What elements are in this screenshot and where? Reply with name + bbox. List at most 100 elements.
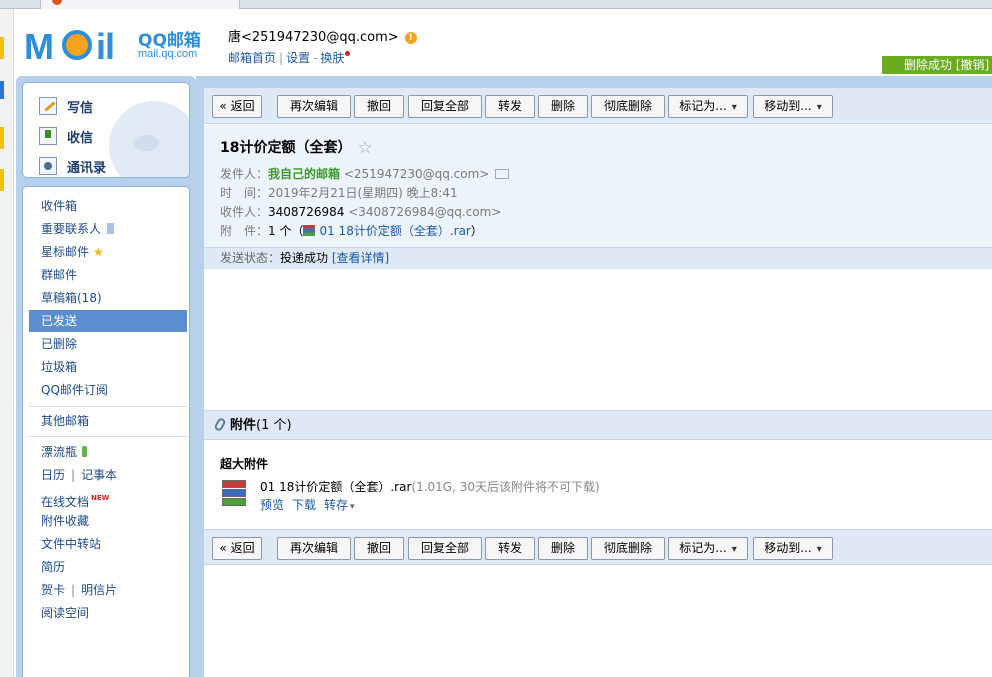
folder-attachment-favorites[interactable]: 附件收藏 (29, 510, 187, 532)
save-to-dropdown[interactable]: 转存 (324, 498, 355, 512)
download-link[interactable]: 下载 (292, 498, 316, 512)
folder-group-mail[interactable]: 群邮件 (29, 264, 187, 286)
postcard-link[interactable]: 明信片 (81, 583, 117, 597)
attachments-count: (1 个) (256, 418, 292, 433)
folder-inbox[interactable]: 收件箱 (29, 195, 187, 217)
status-details-link[interactable]: [查看详情] (332, 251, 389, 265)
recall-button[interactable]: 撤回 (354, 537, 404, 560)
delete-button[interactable]: 删除 (538, 537, 588, 560)
move-to-dropdown[interactable]: 移动到... (753, 95, 833, 118)
browser-tab[interactable] (40, 0, 240, 9)
edge-marker (0, 127, 4, 149)
folder-drift-bottle[interactable]: 漂流瓶 (29, 441, 187, 463)
folder-divider (29, 406, 187, 407)
folder-subscription[interactable]: QQ邮件订阅 (29, 379, 187, 401)
qq-mail-logo[interactable]: M il QQ邮箱 mail.qq.com (24, 22, 214, 72)
calendar-link[interactable]: 日历 (41, 468, 65, 482)
star-icon: ★ (93, 245, 104, 259)
penguin-watermark-icon (109, 101, 189, 177)
reply-all-button[interactable]: 回复全部 (408, 537, 482, 560)
drift-bottle-label: 漂流瓶 (41, 445, 78, 459)
folder-online-docs[interactable]: 在线文档 NEW (29, 487, 187, 509)
notes-link[interactable]: 记事本 (81, 468, 117, 482)
contact-card-icon[interactable] (495, 169, 510, 179)
reedit-button[interactable]: 再次编辑 (277, 95, 351, 118)
attachment-file-meta: (1.01G, 30天后该附件将不可下载) (411, 480, 600, 494)
attachment-file: 01 18计价定额（全套）.rar(1.01G, 30天后该附件将不可下载) (260, 478, 600, 495)
recipient-name[interactable]: 3408726984 (268, 205, 344, 219)
folder-file-transfer[interactable]: 文件中转站 (29, 533, 187, 555)
folder-spam[interactable]: 垃圾箱 (29, 356, 187, 378)
mail-toolbar-bottom: « 返回 再次编辑 撤回 回复全部 转发 删除 彻底删除 标记为... 移动到.… (204, 529, 992, 565)
star-outline-icon[interactable]: ☆ (357, 138, 372, 158)
delete-success-toast[interactable]: 删除成功 [撤销] (882, 56, 992, 74)
recipient-row: 收件人：3408726984 <3408726984@qq.com> (220, 203, 501, 220)
user-block: 唐<251947230@qq.com>! 邮箱首页 | 设置 - 换肤 (228, 26, 417, 66)
receive-button[interactable]: 收信 (39, 125, 93, 147)
mark-as-dropdown[interactable]: 标记为... (668, 537, 748, 560)
settings-link[interactable]: 设置 (286, 51, 310, 65)
folder-calendar-notes: 日历 | 记事本 (29, 464, 187, 486)
folder-other-mailboxes[interactable]: 其他邮箱 (29, 410, 187, 432)
attachment-row: 附 件：1 个（ 01 18计价定额（全套）.rar） (220, 222, 483, 239)
mail-home-link[interactable]: 邮箱首页 (228, 51, 276, 65)
back-button[interactable]: « 返回 (212, 537, 262, 560)
notification-dot-icon (345, 51, 351, 56)
quick-actions-panel: 写信 收信 通讯录 (22, 82, 190, 178)
folder-cards: 贺卡 | 明信片 (29, 579, 187, 601)
time-row: 时 间：2019年2月21日(星期四) 晚上8:41 (220, 184, 458, 201)
compose-label: 写信 (67, 100, 94, 116)
reedit-button[interactable]: 再次编辑 (277, 537, 351, 560)
main-panel: « 返回 再次编辑 撤回 回复全部 转发 删除 彻底删除 标记为... 移动到.… (196, 76, 992, 677)
folder-resume[interactable]: 简历 (29, 556, 187, 578)
forward-button[interactable]: 转发 (485, 537, 535, 560)
attachment-file-name[interactable]: 01 18计价定额（全套）.rar (260, 480, 411, 494)
attachment-close-paren: ） (470, 224, 483, 238)
paperclip-icon (213, 416, 227, 433)
status-value: 投递成功 (280, 251, 329, 265)
folder-reading-space[interactable]: 阅读空间 (29, 602, 187, 624)
edge-marker (0, 169, 4, 191)
folder-starred[interactable]: 星标邮件 ★ (29, 241, 187, 263)
mail-toolbar-top: « 返回 再次编辑 撤回 回复全部 转发 删除 彻底删除 标记为... 移动到.… (204, 88, 992, 124)
attachment-link[interactable]: 01 18计价定额（全套）.rar (319, 224, 470, 238)
permanent-delete-button[interactable]: 彻底删除 (591, 95, 665, 118)
recall-button[interactable]: 撤回 (354, 95, 404, 118)
subject-text: 18计价定额（全套） (220, 140, 352, 156)
sender-name[interactable]: 我自己的邮箱 (268, 167, 340, 181)
browser-tab-strip (0, 0, 992, 9)
link-separator: - (313, 51, 318, 65)
pencil-icon (39, 97, 57, 115)
attachments-title: 附件 (230, 418, 257, 433)
move-to-dropdown[interactable]: 移动到... (753, 537, 833, 560)
greeting-card-link[interactable]: 贺卡 (41, 583, 65, 597)
warning-icon[interactable]: ! (404, 32, 417, 44)
link-separator: | (71, 468, 76, 482)
contacts-button[interactable]: 通讯录 (39, 155, 106, 177)
rar-archive-icon[interactable] (222, 480, 246, 508)
sender-address: <251947230@qq.com> (343, 167, 490, 181)
back-button[interactable]: « 返回 (212, 95, 262, 118)
mark-as-dropdown[interactable]: 标记为... (668, 95, 748, 118)
attachment-actions: 预览 下载 转存 (260, 496, 363, 513)
mail-subject: 18计价定额（全套） ☆ (220, 137, 373, 158)
folder-important-contacts[interactable]: 重要联系人 (29, 218, 187, 240)
sidebar: 写信 收信 通讯录 收件箱 重要联系人 星标邮件 ★ 群邮件 草稿箱(18) 已发… (16, 76, 196, 677)
change-skin-link[interactable]: 换肤 (320, 51, 344, 65)
folder-sent[interactable]: 已发送 (29, 310, 187, 332)
folder-drafts[interactable]: 草稿箱(18) (29, 287, 187, 309)
contacts-label: 通讯录 (67, 160, 107, 176)
user-account: 唐<251947230@qq.com> (228, 30, 399, 45)
delete-button[interactable]: 删除 (538, 95, 588, 118)
reply-all-button[interactable]: 回复全部 (408, 95, 482, 118)
folder-starred-label: 星标邮件 (41, 245, 90, 259)
preview-link[interactable]: 预览 (260, 498, 284, 512)
attachment-label: 附 件： (220, 224, 269, 238)
edge-marker (0, 81, 4, 99)
folder-deleted[interactable]: 已删除 (29, 333, 187, 355)
permanent-delete-button[interactable]: 彻底删除 (591, 537, 665, 560)
forward-button[interactable]: 转发 (485, 95, 535, 118)
compose-button[interactable]: 写信 (39, 95, 93, 117)
left-edge-window-strip (0, 9, 14, 677)
attachment-count: 1 个（ (268, 224, 304, 238)
